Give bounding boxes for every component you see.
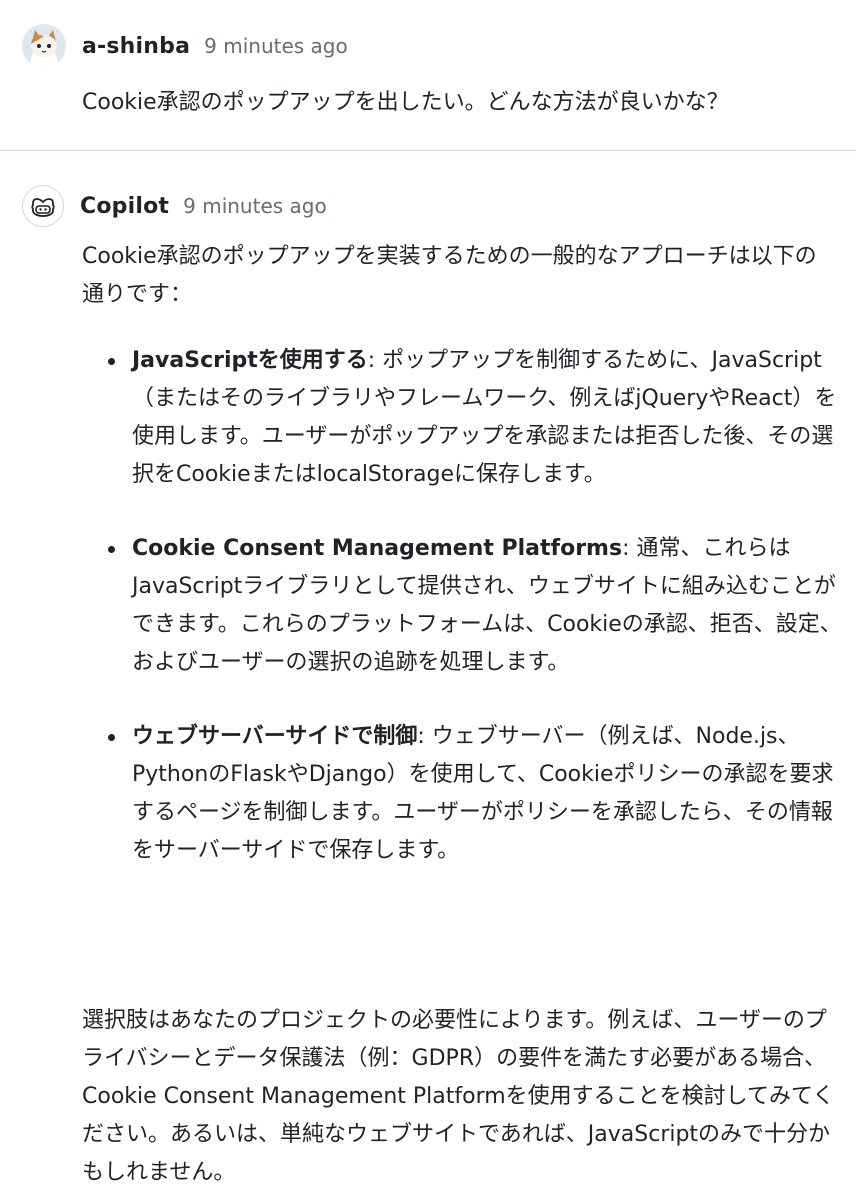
list-item: JavaScriptを使用する: ポップアップを制御するために、JavaScri… [82, 342, 842, 494]
user-avatar[interactable] [22, 24, 66, 68]
copilot-closing-text: 選択肢はあなたのプロジェクトの必要性によります。例えば、ユーザーのプライバシーと… [82, 1008, 835, 1185]
copilot-message-header: Copilot 9 minutes ago [22, 185, 327, 227]
list-item: ウェブサーバーサイドで制御: ウェブサーバー（例えば、Node.js、Pytho… [82, 718, 842, 870]
user-message: a-shinba 9 minutes ago Cookie承認のポップアップを出… [0, 0, 856, 150]
list-item-title: Cookie Consent Management Platforms [132, 536, 623, 561]
copilot-author-name[interactable]: Copilot [80, 194, 169, 219]
copilot-intro-text: Cookie承認のポップアップを実装するための一般的なアプローチは以下の通りです… [82, 244, 817, 307]
user-message-header: a-shinba 9 minutes ago [22, 24, 348, 68]
approach-list: JavaScriptを使用する: ポップアップを制御するために、JavaScri… [82, 342, 842, 906]
list-item: Cookie Consent Management Platforms: 通常、… [82, 530, 842, 682]
user-message-time[interactable]: 9 minutes ago [204, 34, 348, 58]
copilot-avatar[interactable] [22, 185, 64, 227]
list-item-title: ウェブサーバーサイドで制御 [132, 724, 418, 749]
copilot-icon [31, 198, 55, 217]
user-message-body: Cookie承認のポップアップを出したい。どんな方法が良いかな？ [82, 90, 729, 115]
cat-avatar-icon [22, 24, 66, 68]
list-item-title: JavaScriptを使用する [132, 348, 368, 373]
copilot-message-time[interactable]: 9 minutes ago [183, 194, 327, 218]
message-divider [0, 150, 856, 151]
user-author-name[interactable]: a-shinba [82, 34, 190, 59]
